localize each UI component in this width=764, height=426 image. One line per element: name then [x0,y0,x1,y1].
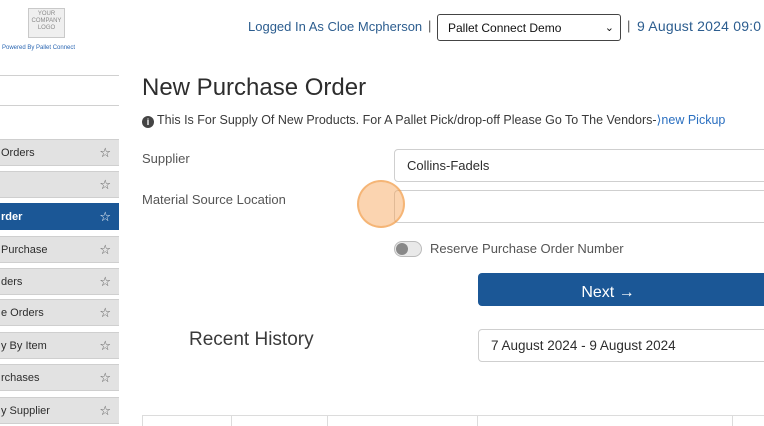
current-datetime: 9 August 2024 09:0 [637,18,762,34]
star-icon[interactable]: ☆ [99,209,111,225]
sidebar-item-orders[interactable]: Orders ☆ [0,139,119,166]
table-column [328,416,478,426]
toggle-knob [396,243,408,255]
star-icon[interactable]: ☆ [99,177,111,193]
star-icon[interactable]: ☆ [99,403,111,419]
table-column [478,416,733,426]
table-column [143,416,232,426]
star-icon[interactable]: ☆ [99,274,111,290]
star-icon[interactable]: ☆ [99,338,111,354]
header-separator-2: | [627,18,631,33]
reserve-po-label: Reserve Purchase Order Number [430,241,624,256]
chevron-down-icon: ⌄ [604,22,614,34]
powered-by-text: Powered By Pallet Connect [2,45,76,51]
click-indicator [357,180,405,228]
star-icon[interactable]: ☆ [99,370,111,386]
star-icon[interactable]: ☆ [99,305,111,321]
environment-select[interactable]: Pallet Connect Demo ⌄ [437,14,621,41]
info-icon: i [142,116,154,128]
date-range-picker[interactable]: 7 August 2024 - 9 August 2024 [478,329,764,362]
recent-history-title: Recent History [189,329,314,350]
sidebar-item-new-order[interactable]: rder ☆ [0,203,119,230]
logged-in-user[interactable]: Logged In As Cloe Mcpherson [248,19,422,34]
new-pickup-link[interactable]: ⟩new Pickup [657,113,726,127]
next-button[interactable]: Next → [478,273,764,306]
material-source-label: Material Source Location [142,192,286,207]
table-column [232,416,328,426]
history-table-header [142,415,764,426]
sidebar-item-purchases[interactable]: rchases ☆ [0,364,119,391]
info-message: i This Is For Supply Of New Products. For… [142,112,725,128]
sidebar-item-blank[interactable]: ☆ [0,171,119,198]
star-icon[interactable]: ☆ [99,145,111,161]
sidebar-item-by-item[interactable]: y By Item ☆ [0,332,119,359]
company-logo[interactable]: YOUR COMPANY LOGO [28,8,65,38]
sidebar-item-purchase[interactable]: Purchase ☆ [0,236,119,263]
supplier-field[interactable]: Collins-Fadels [394,149,764,182]
header-separator: | [428,18,432,33]
material-source-field[interactable] [394,190,764,223]
sidebar-item-by-supplier[interactable]: y Supplier ☆ [0,397,119,424]
page-title: New Purchase Order [142,74,367,101]
sidebar-search-area[interactable] [0,75,119,106]
reserve-po-toggle[interactable] [394,241,422,257]
sidebar-item-orders-2[interactable]: ders ☆ [0,268,119,295]
star-icon[interactable]: ☆ [99,242,111,258]
sidebar-item-purchase-orders[interactable]: e Orders ☆ [0,299,119,326]
top-header: YOUR COMPANY LOGO Powered By Pallet Conn… [0,0,764,70]
supplier-label: Supplier [142,151,190,166]
